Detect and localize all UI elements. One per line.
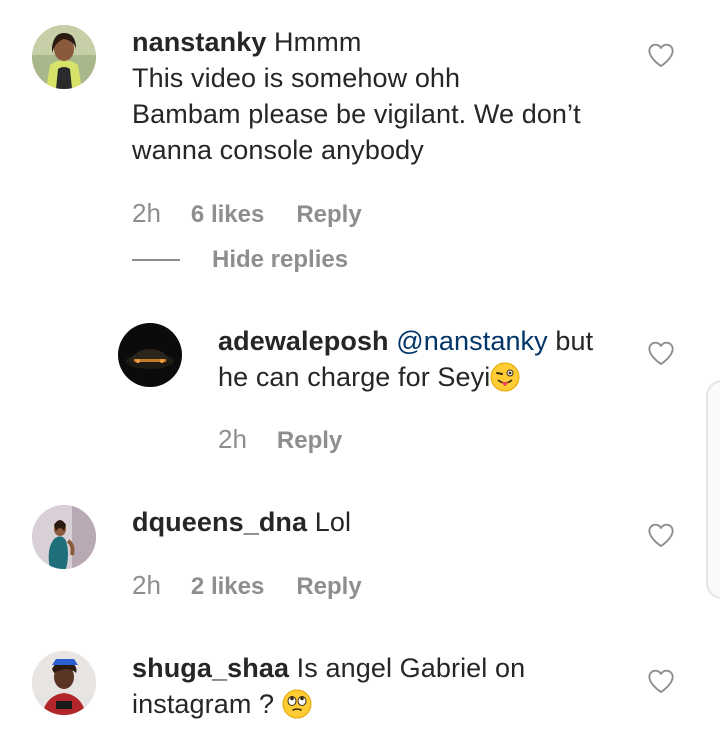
mention-link[interactable]: @nanstanky: [396, 326, 548, 356]
like-button[interactable]: [647, 42, 675, 68]
comment-body: Lol: [307, 507, 352, 537]
comment-body: Is angel Gabriel on: [289, 653, 526, 683]
comment-meta: 2h Reply: [218, 424, 342, 456]
comment-body: but: [547, 326, 594, 356]
comment-meta: 2h 6 likes Reply: [132, 198, 362, 230]
heart-outline-icon: [648, 341, 674, 366]
divider: [132, 259, 180, 261]
timestamp: 2h: [132, 198, 161, 228]
like-button[interactable]: [647, 340, 675, 366]
like-button[interactable]: [647, 522, 675, 548]
face-with-rolling-eyes-icon: [282, 689, 312, 719]
heart-outline-icon: [648, 523, 674, 548]
comment-body: wanna console anybody: [132, 135, 424, 165]
winking-face-with-tongue-icon: [490, 362, 520, 392]
heart-outline-icon: [648, 43, 674, 68]
heart-outline-icon: [648, 669, 674, 694]
dark-car-avatar-icon: [118, 323, 182, 387]
hide-replies-label: Hide replies: [212, 246, 349, 273]
woman-portrait-avatar-icon: [32, 25, 96, 89]
comment-meta: 2h 2 likes Reply: [132, 570, 362, 602]
reply-button[interactable]: Reply: [296, 573, 361, 600]
hide-replies-button[interactable]: Hide replies: [132, 243, 348, 277]
comment-text: shuga_shaa Is angel Gabriel on instagram…: [132, 650, 632, 722]
comment-text: nanstanky Hmmm This video is somehow ohh…: [132, 24, 652, 168]
username[interactable]: shuga_shaa: [132, 653, 289, 683]
comment-body: Hmmm: [266, 27, 362, 57]
comment-text: dqueens_dna Lol: [132, 504, 632, 540]
username[interactable]: dqueens_dna: [132, 507, 307, 537]
woman-teal-dress-avatar-icon: [32, 505, 96, 569]
avatar[interactable]: [118, 323, 182, 387]
reply-button[interactable]: Reply: [277, 427, 342, 454]
comment-body: Bambam please be vigilant. We don’t: [132, 99, 581, 129]
side-panel-edge[interactable]: [706, 380, 720, 599]
likes-count[interactable]: 6 likes: [191, 201, 264, 228]
like-button[interactable]: [647, 668, 675, 694]
reply-button[interactable]: Reply: [296, 201, 361, 228]
comment-text: adewaleposh @nanstanky but he can charge…: [218, 323, 638, 395]
comment-body: This video is somehow ohh: [132, 63, 461, 93]
timestamp: 2h: [218, 424, 247, 454]
avatar[interactable]: [32, 25, 96, 89]
comment-body: instagram ?: [132, 689, 282, 719]
username[interactable]: nanstanky: [132, 27, 266, 57]
comment-body: he can charge for Seyi: [218, 362, 491, 392]
avatar[interactable]: [32, 505, 96, 569]
man-portrait-avatar-icon: [32, 651, 96, 715]
likes-count[interactable]: 2 likes: [191, 573, 264, 600]
username[interactable]: adewaleposh: [218, 326, 389, 356]
avatar[interactable]: [32, 651, 96, 715]
timestamp: 2h: [132, 570, 161, 600]
